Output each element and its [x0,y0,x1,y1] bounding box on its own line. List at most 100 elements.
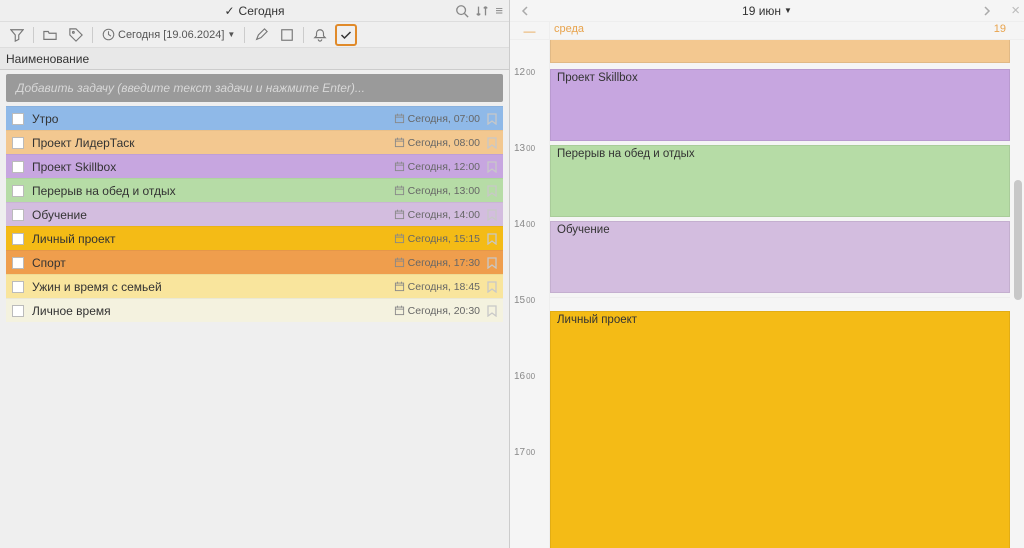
calendar-icon [394,209,405,220]
task-date: Сегодня, 13:00 [408,185,480,197]
task-checkbox[interactable] [12,281,24,293]
add-task-placeholder: Добавить задачу (введите текст задачи и … [16,81,365,95]
task-label: Перерыв на обед и отдых [32,184,394,198]
scrollbar[interactable] [1012,40,1024,548]
task-checkbox[interactable] [12,305,24,317]
task-meta: Сегодня, 14:00 [394,209,497,221]
task-date: Сегодня, 18:45 [408,281,480,293]
task-date: Сегодня, 15:15 [408,233,480,245]
bookmark-icon[interactable] [487,233,497,245]
bookmark-icon[interactable] [487,209,497,221]
date-filter-button[interactable]: Сегодня [19.06.2024] ▼ [98,26,239,43]
brush-icon[interactable] [250,24,272,46]
hour-label: 1600 [510,371,550,382]
allday-cell: — [510,22,550,40]
check-icon: ✓ [224,4,234,18]
task-label: Личный проект [32,232,394,246]
separator [92,27,93,43]
bookmark-icon[interactable] [487,161,497,173]
task-list-pane: ✓ Сегодня ≡ Сегодня [19.06.2024] ▼ Наиме… [0,0,510,548]
task-checkbox[interactable] [12,137,24,149]
calendar-icon [394,161,405,172]
close-icon[interactable]: × [1011,2,1020,19]
date-filter-text: Сегодня [19.06.2024] [118,29,224,41]
hour-label: 1500 [510,295,550,306]
calendar-icon [394,185,405,196]
task-date: Сегодня, 20:30 [408,305,480,317]
prev-day-button[interactable] [514,0,536,22]
task-checkbox[interactable] [12,185,24,197]
calendar-event[interactable]: Проект Skillbox [550,69,1010,141]
left-header: ✓ Сегодня ≡ [0,0,509,22]
hour-gridline [550,297,1010,298]
calendar-icon [394,233,405,244]
task-checkbox[interactable] [12,233,24,245]
scroll-thumb[interactable] [1014,180,1022,300]
right-header: 19 июн ▼ × [510,0,1024,22]
task-row[interactable]: Утро Сегодня, 07:00 [6,106,503,130]
calendar-icon [394,281,405,292]
task-label: Проект Skillbox [32,160,394,174]
calendar-icon [394,257,405,268]
hour-label: 1400 [510,219,550,230]
event-column[interactable]: Проект SkillboxПерерыв на обед и отдыхОб… [550,40,1010,548]
calendar-pane: 19 июн ▼ × — среда 19 120013001400150016… [510,0,1024,548]
bookmark-icon[interactable] [487,185,497,197]
left-title: ✓ Сегодня [224,4,284,18]
tag-icon[interactable] [65,24,87,46]
task-checkbox[interactable] [12,113,24,125]
dropdown-icon: ▼ [784,6,792,15]
task-date: Сегодня, 07:00 [408,113,480,125]
search-icon[interactable] [455,4,469,18]
task-label: Ужин и время с семьей [32,280,394,294]
left-toolbar: Сегодня [19.06.2024] ▼ [0,22,509,48]
separator [303,27,304,43]
calendar-event[interactable]: Перерыв на обед и отдых [550,145,1010,217]
filter-icon[interactable] [6,24,28,46]
task-meta: Сегодня, 12:00 [394,161,497,173]
task-row[interactable]: ОбучениеСегодня, 14:00 [6,202,503,226]
task-row[interactable]: Личное время Сегодня, 20:30 [6,298,503,322]
show-completed-toggle[interactable] [335,24,357,46]
task-label: Утро [32,112,394,126]
task-label: Личное время [32,304,394,318]
bell-icon[interactable] [309,24,331,46]
add-task-input[interactable]: Добавить задачу (введите текст задачи и … [6,74,503,102]
dropdown-icon: ▼ [227,30,235,39]
task-date: Сегодня, 14:00 [408,209,480,221]
task-checkbox[interactable] [12,161,24,173]
calendar-event[interactable] [550,40,1010,63]
task-checkbox[interactable] [12,209,24,221]
calendar-body[interactable]: 120013001400150016001700 Проект Skillbox… [510,40,1024,548]
task-row[interactable]: Ужин и время с семьей Сегодня, 18:45 [6,274,503,298]
calendar-icon [394,113,405,124]
task-label: Проект ЛидерТаск [32,136,394,150]
task-meta: Сегодня, 20:30 [394,305,497,317]
bookmark-icon[interactable] [487,281,497,293]
calendar-event[interactable]: Обучение [550,221,1010,293]
calendar-date-title[interactable]: 19 июн ▼ [742,4,792,18]
bookmark-icon[interactable] [487,113,497,125]
task-date: Сегодня, 17:30 [408,257,480,269]
task-meta: Сегодня, 13:00 [394,185,497,197]
bookmark-icon[interactable] [487,257,497,269]
folder-icon[interactable] [39,24,61,46]
task-label: Спорт [32,256,394,270]
menu-icon[interactable]: ≡ [495,3,503,18]
task-checkbox[interactable] [12,257,24,269]
task-row[interactable]: Перерыв на обед и отдых Сегодня, 13:00 [6,178,503,202]
task-date: Сегодня, 12:00 [408,161,480,173]
task-row[interactable]: Проект Skillbox Сегодня, 12:00 [6,154,503,178]
weekday-label: среда [554,23,584,35]
clock-icon [102,28,115,41]
task-row[interactable]: Личный проект Сегодня, 15:15 [6,226,503,250]
task-row[interactable]: Проект ЛидерТаскСегодня, 08:00 [6,130,503,154]
checkbox-tool-icon[interactable] [276,24,298,46]
bookmark-icon[interactable] [487,137,497,149]
next-day-button[interactable] [976,0,998,22]
bookmark-icon[interactable] [487,305,497,317]
calendar-icon [394,305,405,316]
sort-icon[interactable] [475,4,489,18]
calendar-event[interactable]: Личный проект [550,311,1010,548]
task-row[interactable]: Спорт Сегодня, 17:30 [6,250,503,274]
